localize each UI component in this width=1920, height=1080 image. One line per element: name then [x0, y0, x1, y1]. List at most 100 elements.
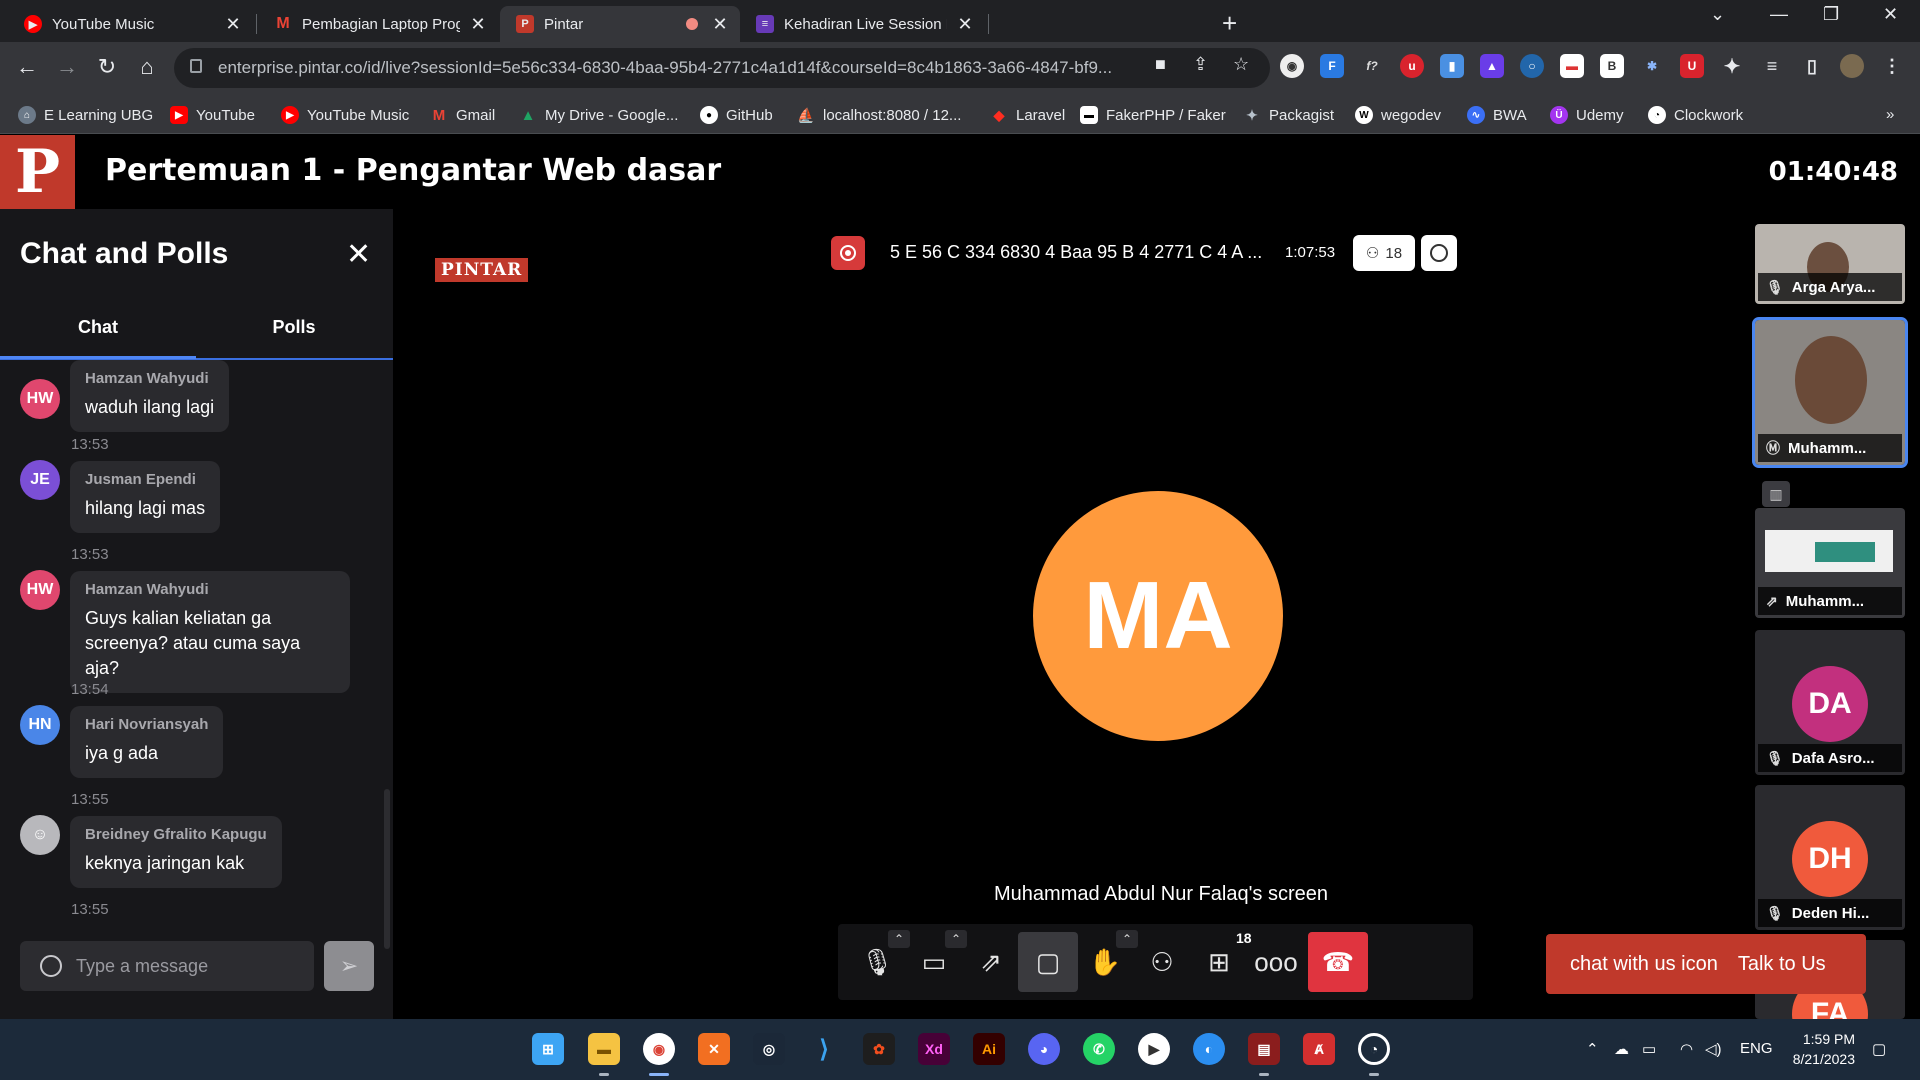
extension-icon[interactable]: f? — [1360, 54, 1384, 78]
participants-button[interactable]: ⚇ — [1132, 932, 1192, 992]
bookmark-item[interactable]: ▶ YouTube — [170, 106, 255, 124]
chat-toggle-button[interactable]: ▢ — [1018, 932, 1078, 992]
bookmarks-overflow-icon[interactable]: » — [1886, 106, 1894, 123]
reload-icon[interactable]: ↻ — [92, 54, 122, 80]
emoji-icon[interactable] — [40, 955, 62, 977]
leave-meeting-button[interactable]: ☎ — [1308, 932, 1368, 992]
discord-icon[interactable]: ◕ — [1028, 1033, 1060, 1065]
extension-icon[interactable]: F — [1320, 54, 1344, 78]
bookmark-item[interactable]: ◔ Clockwork — [1648, 106, 1743, 124]
side-panel-icon[interactable]: ▯ — [1800, 54, 1824, 78]
extension-icon[interactable]: ▲ — [1480, 54, 1504, 78]
participant-tile[interactable]: Ⓜ Muhamm... — [1752, 317, 1908, 468]
close-tab-icon[interactable]: ✕ — [223, 14, 243, 35]
share-icon[interactable]: ⇪ — [1193, 54, 1208, 75]
media-controls-icon[interactable]: ≡ — [1760, 54, 1784, 78]
obs-icon[interactable]: ◔ — [1358, 1033, 1390, 1065]
bookmark-item[interactable]: ▶ YouTube Music — [281, 106, 409, 124]
tab-chat[interactable]: Chat — [0, 317, 196, 338]
bookmark-item[interactable]: ✦ Packagist — [1243, 106, 1334, 124]
extension-icon[interactable]: ▮ — [1440, 54, 1464, 78]
figma-icon[interactable]: ✿ — [863, 1033, 895, 1065]
vscode-icon[interactable]: ⟩ — [808, 1033, 840, 1065]
send-button[interactable]: ➢ — [324, 941, 374, 991]
tab-search-icon[interactable]: ⌄ — [1710, 4, 1725, 25]
close-tab-icon[interactable]: ✕ — [468, 14, 488, 35]
address-bar[interactable]: enterprise.pintar.co/id/live?sessionId=5… — [174, 48, 1270, 88]
xampp-icon[interactable]: ✕ — [698, 1033, 730, 1065]
connection-stats-icon[interactable]: ▥ — [1762, 481, 1790, 507]
extension-icon[interactable]: B — [1600, 54, 1624, 78]
notifications-icon[interactable]: ▢ — [1872, 1040, 1886, 1058]
more-options-button[interactable]: ooo — [1246, 932, 1306, 992]
bookmark-item[interactable]: Ü Udemy — [1550, 106, 1624, 124]
whatsapp-icon[interactable]: ✆ — [1083, 1033, 1115, 1065]
bookmark-item[interactable]: ◆ Laravel — [990, 106, 1066, 124]
forward-icon[interactable]: → — [52, 54, 82, 80]
extension-icon[interactable]: U — [1680, 54, 1704, 78]
participant-tile[interactable]: ⇗ Muhamm... — [1755, 508, 1905, 618]
participant-count-chip[interactable]: ⚇ 18 — [1353, 235, 1415, 271]
user-icon: ☺ — [31, 826, 49, 843]
windows-start-icon[interactable]: ⊞ — [532, 1033, 564, 1065]
minimize-icon[interactable]: — — [1770, 4, 1788, 25]
bookmark-item[interactable]: ∿ BWA — [1467, 106, 1527, 124]
bookmark-star-icon[interactable]: ☆ — [1233, 54, 1249, 75]
bookmark-item[interactable]: Wwegodev — [1355, 106, 1441, 124]
bookmark-item[interactable]: ● GitHub — [700, 106, 773, 124]
extension-icon[interactable]: ✱ — [1640, 54, 1664, 78]
close-tab-icon[interactable]: ✕ — [955, 14, 975, 35]
browser-tab-forms[interactable]: ≡ Kehadiran Live Session Peserta D ✕ — [740, 6, 985, 42]
steam-icon[interactable]: ◎ — [753, 1033, 785, 1065]
browser-tab-gmail[interactable]: M Pembagian Laptop Program AMI ✕ — [258, 6, 498, 42]
camera-icon[interactable]: ■ — [1155, 54, 1166, 75]
extension-icon[interactable]: ◉ — [1280, 54, 1304, 78]
participant-tile[interactable]: DA 🎙 Dafa Asro... — [1755, 630, 1905, 775]
adobe-xd-icon[interactable]: Xd — [918, 1033, 950, 1065]
bookmark-item[interactable]: ▬ FakerPHP / Faker — [1080, 106, 1226, 124]
media-player-icon[interactable]: ▶ — [1138, 1033, 1170, 1065]
talk-to-us-button[interactable]: chat with us icon Talk to Us — [1546, 934, 1866, 994]
home-icon[interactable]: ⌂ — [132, 54, 162, 80]
winrar-icon[interactable]: ▤ — [1248, 1033, 1280, 1065]
close-window-icon[interactable]: ✕ — [1883, 4, 1898, 25]
tab-polls[interactable]: Polls — [196, 317, 392, 338]
share-screen-button[interactable]: ⇗ — [961, 932, 1021, 992]
extension-icon[interactable]: ▬ — [1560, 54, 1584, 78]
system-clock[interactable]: 1:59 PM 8/21/2023 — [1780, 1029, 1855, 1069]
acrobat-icon[interactable]: Ⱥ — [1303, 1033, 1335, 1065]
tray-overflow-icon[interactable]: ⌃ — [1586, 1040, 1599, 1058]
volume-icon[interactable]: ◁) — [1705, 1040, 1722, 1058]
file-explorer-icon[interactable]: ▬ — [588, 1033, 620, 1065]
close-tab-icon[interactable]: ✕ — [710, 14, 730, 35]
battery-icon[interactable]: ▭ — [1642, 1040, 1656, 1058]
adobe-illustrator-icon[interactable]: Ai — [973, 1033, 1005, 1065]
extension-icon[interactable]: u — [1400, 54, 1424, 78]
record-button[interactable] — [831, 236, 865, 270]
close-icon[interactable]: ✕ — [346, 237, 371, 272]
browser-tab-youtube-music[interactable]: ▶ YouTube Music ✕ — [8, 6, 253, 42]
browser-tab-pintar[interactable]: P Pintar ✕ — [500, 6, 740, 42]
pintar-logo[interactable]: P — [0, 135, 75, 209]
input-language[interactable]: ENG — [1740, 1040, 1773, 1057]
chat-scrollbar[interactable] — [384, 789, 390, 949]
bookmark-item[interactable]: ⛵ localhost:8080 / 12... — [797, 106, 961, 124]
profile-avatar-icon[interactable] — [1840, 54, 1864, 78]
new-tab-icon[interactable]: + — [1222, 8, 1237, 39]
bookmark-item[interactable]: M Gmail — [430, 106, 495, 124]
browser-app-icon[interactable]: ◐ — [1193, 1033, 1225, 1065]
extension-icon[interactable]: ○ — [1520, 54, 1544, 78]
back-icon[interactable]: ← — [12, 54, 42, 80]
participant-tile[interactable]: 🎙 Arga Arya... — [1755, 224, 1905, 304]
bookmark-item[interactable]: ⌂ E Learning UBG — [18, 106, 153, 124]
onedrive-icon[interactable]: ☁ — [1614, 1040, 1629, 1058]
participant-tile[interactable]: DH 🎙 Deden Hi... — [1755, 785, 1905, 930]
extensions-puzzle-icon[interactable]: ✦ — [1720, 54, 1744, 78]
wifi-icon[interactable]: ◠ — [1680, 1040, 1693, 1058]
restore-icon[interactable]: ❐ — [1823, 4, 1839, 25]
bookmark-item[interactable]: ▲ My Drive - Google... — [519, 106, 679, 124]
menu-kebab-icon[interactable]: ⋮ — [1880, 54, 1904, 78]
connection-stats-button[interactable] — [1421, 235, 1457, 271]
chrome-icon[interactable]: ◉ — [643, 1033, 675, 1065]
chat-message-input[interactable]: Type a message — [20, 941, 314, 991]
